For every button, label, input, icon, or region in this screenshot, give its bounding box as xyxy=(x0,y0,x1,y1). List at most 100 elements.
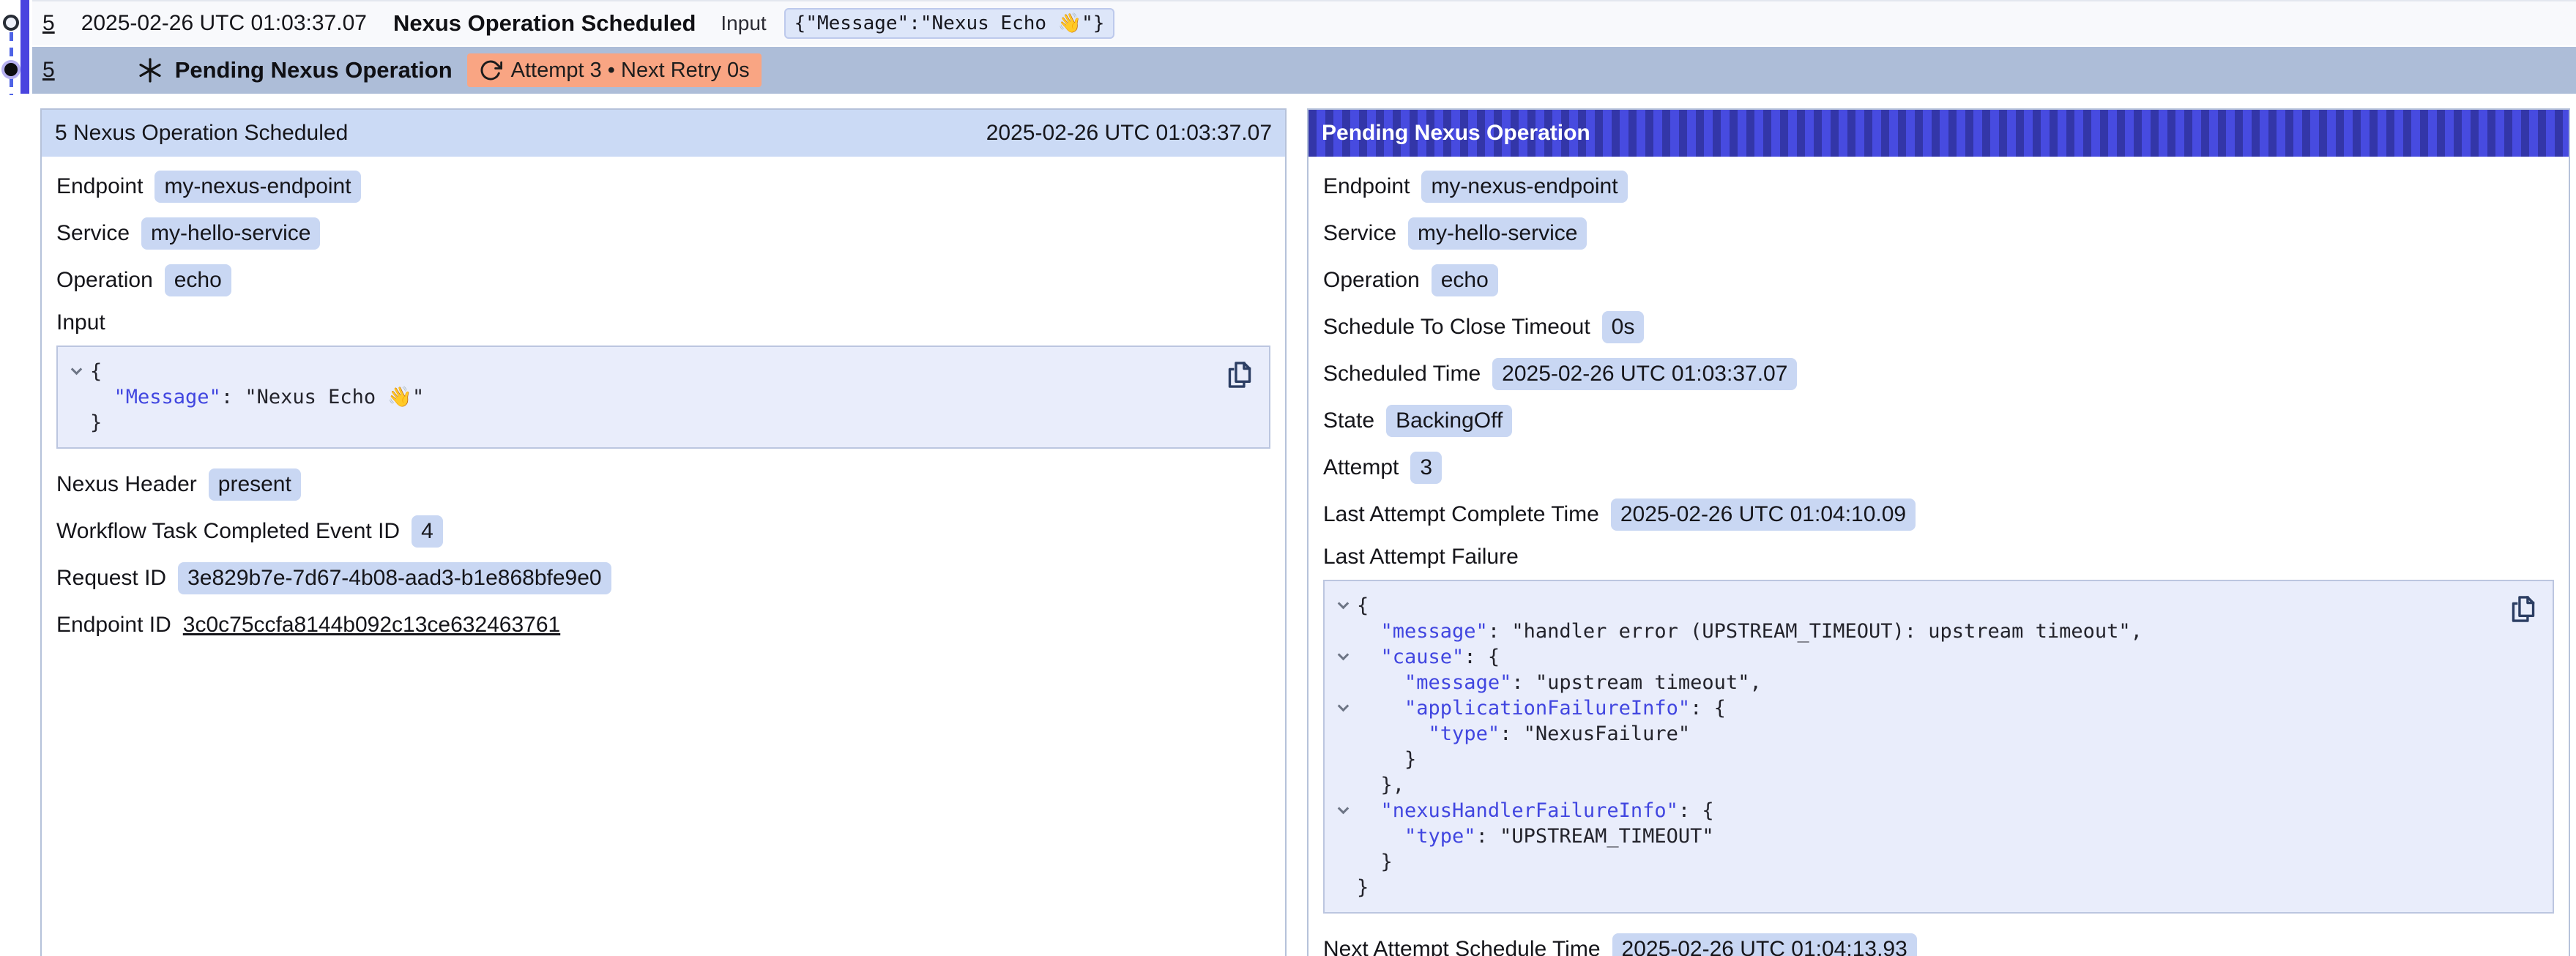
field-label: Workflow Task Completed Event ID xyxy=(56,519,400,544)
event-detail-body: Endpoint my-nexus-endpoint Service my-hello… xyxy=(42,157,1285,642)
detail-field: Nexus Header present xyxy=(56,468,1270,501)
event-marker-open-circle-icon xyxy=(3,15,19,31)
field-label: Scheduled Time xyxy=(1323,362,1481,386)
field-value-badge: 0s xyxy=(1602,311,1645,343)
field-label: State xyxy=(1323,408,1374,433)
timeline-selected-bar xyxy=(21,0,29,94)
section-label: Last Attempt Failure xyxy=(1323,545,2554,570)
event-row-nexus-operation-scheduled[interactable]: 5 2025-02-26 UTC 01:03:37.07 Nexus Opera… xyxy=(32,0,2576,45)
field-label: Attempt xyxy=(1323,455,1399,480)
collapse-chevron-icon[interactable] xyxy=(1337,598,1349,610)
event-detail-header: 5 Nexus Operation Scheduled 2025-02-26 U… xyxy=(42,110,1285,157)
field-value-badge: BackingOff xyxy=(1386,405,1512,437)
field-label: Operation xyxy=(1323,268,1420,293)
collapse-chevron-icon[interactable] xyxy=(1337,803,1349,815)
detail-field: State BackingOff xyxy=(1323,404,2554,438)
field-value-badge: my-hello-service xyxy=(141,217,320,250)
field-value-badge: echo xyxy=(165,264,231,296)
json-line: "cause": { xyxy=(1329,644,2494,670)
json-viewer: { "message": "handler error (UPSTREAM_TI… xyxy=(1323,580,2554,914)
detail-field: Next Attempt Schedule Time 2025-02-26 UTC… xyxy=(1323,933,2554,956)
detail-field: Endpoint ID 3c0c75ccfa8144b092c13ce632463… xyxy=(56,608,1270,642)
field-value-badge: 2025-02-26 UTC 01:04:13.93 xyxy=(1612,933,1917,956)
pending-operation-body: Endpoint my-nexus-endpoint Service my-hello… xyxy=(1309,157,2569,956)
detail-field: Workflow Task Completed Event ID 4 xyxy=(56,515,1270,548)
json-line: "type": "NexusFailure" xyxy=(1329,721,2494,747)
field-value-badge: 3 xyxy=(1410,452,1442,484)
input-label: Input xyxy=(721,12,766,35)
pending-asterisk-icon xyxy=(137,57,163,83)
retry-icon xyxy=(479,59,502,82)
collapse-chevron-icon[interactable] xyxy=(1337,649,1349,661)
json-line: "applicationFailureInfo": { xyxy=(1329,695,2494,721)
field-value-badge: my-hello-service xyxy=(1408,217,1587,250)
detail-field: Endpoint my-nexus-endpoint xyxy=(56,170,1270,203)
field-value-badge: 2025-02-26 UTC 01:04:10.09 xyxy=(1611,498,1916,531)
json-line: } xyxy=(1329,875,2494,900)
field-value-badge: 4 xyxy=(412,515,443,548)
field-label: Endpoint xyxy=(1323,174,1410,199)
detail-field: Service my-hello-service xyxy=(1323,217,2554,250)
field-value-badge: 2025-02-26 UTC 01:03:37.07 xyxy=(1492,358,1797,390)
detail-field: Scheduled Time 2025-02-26 UTC 01:03:37.07 xyxy=(1323,357,2554,391)
attempt-badge-text: Attempt 3 • Next Retry 0s xyxy=(511,59,750,83)
copy-icon[interactable] xyxy=(1222,357,1257,394)
json-line: "Message": "Nexus Echo 👋" xyxy=(62,384,1210,410)
json-line: } xyxy=(1329,747,2494,772)
json-line: { xyxy=(62,359,1210,384)
event-detail-panel: 5 Nexus Operation Scheduled 2025-02-26 U… xyxy=(40,108,1287,956)
event-timestamp: 2025-02-26 UTC 01:03:37.07 xyxy=(81,11,367,36)
event-id-link[interactable]: 5 xyxy=(42,58,55,83)
field-label: Schedule To Close Timeout xyxy=(1323,315,1590,340)
json-line: "nexusHandlerFailureInfo": { xyxy=(1329,798,2494,824)
detail-field: Last Attempt Complete Time 2025-02-26 UTC… xyxy=(1323,498,2554,531)
field-value-badge: 3e829b7e-7d67-4b08-aad3-b1e868bfe9e0 xyxy=(178,562,611,594)
event-detail-title: 5 Nexus Operation Scheduled xyxy=(55,121,348,146)
json-line: } xyxy=(62,410,1210,436)
detail-field: Operation echo xyxy=(1323,264,2554,297)
detail-field: Request ID 3e829b7e-7d67-4b08-aad3-b1e868… xyxy=(56,561,1270,595)
copy-icon[interactable] xyxy=(2506,591,2541,628)
field-value-badge: my-nexus-endpoint xyxy=(1421,171,1627,203)
detail-field: Schedule To Close Timeout 0s xyxy=(1323,310,2554,344)
event-id-link[interactable]: 5 xyxy=(42,11,55,36)
detail-field: Attempt 3 xyxy=(1323,451,2554,485)
json-line: }, xyxy=(1329,772,2494,798)
json-viewer: { "Message": "Nexus Echo 👋"} xyxy=(56,346,1270,449)
field-value-badge: echo xyxy=(1432,264,1498,296)
pending-nexus-operation-row[interactable]: 5 Pending Nexus Operation Attempt 3 • Ne… xyxy=(32,47,2576,94)
field-label: Next Attempt Schedule Time xyxy=(1323,937,1601,956)
field-label: Last Attempt Complete Time xyxy=(1323,502,1599,527)
detail-field: Endpoint my-nexus-endpoint xyxy=(1323,170,2554,203)
collapse-chevron-icon[interactable] xyxy=(1337,701,1349,712)
field-label: Service xyxy=(1323,221,1396,246)
detail-field: Operation echo xyxy=(56,264,1270,297)
workflow-event-history-view: 5 2025-02-26 UTC 01:03:37.07 Nexus Opera… xyxy=(0,0,2576,956)
field-label: Operation xyxy=(56,268,153,293)
collapse-chevron-icon[interactable] xyxy=(70,364,82,376)
pending-operation-header: Pending Nexus Operation xyxy=(1309,110,2569,157)
json-line: { xyxy=(1329,593,2494,619)
section-label: Input xyxy=(56,310,1270,335)
field-label: Endpoint xyxy=(56,174,143,199)
field-label: Endpoint ID xyxy=(56,613,171,638)
json-line: } xyxy=(1329,849,2494,875)
field-label: Service xyxy=(56,221,130,246)
field-label: Nexus Header xyxy=(56,472,197,497)
attempt-retry-badge: Attempt 3 • Next Retry 0s xyxy=(467,53,762,87)
json-line: "message": "handler error (UPSTREAM_TIME… xyxy=(1329,619,2494,644)
detail-field: Service my-hello-service xyxy=(56,217,1270,250)
pending-operation-title: Pending Nexus Operation xyxy=(175,57,453,83)
field-value-link[interactable]: 3c0c75ccfa8144b092c13ce632463761 xyxy=(183,613,560,638)
json-line: "type": "UPSTREAM_TIMEOUT" xyxy=(1329,824,2494,849)
input-preview-pill[interactable]: {"Message":"Nexus Echo 👋"} xyxy=(784,8,1115,39)
field-value-badge: present xyxy=(209,468,301,501)
json-line: "message": "upstream timeout", xyxy=(1329,670,2494,695)
field-value-badge: my-nexus-endpoint xyxy=(155,171,360,203)
field-label: Request ID xyxy=(56,566,166,591)
pending-operation-panel: Pending Nexus Operation Endpoint my-nexus… xyxy=(1307,108,2570,956)
event-detail-timestamp: 2025-02-26 UTC 01:03:37.07 xyxy=(986,121,1272,146)
pending-marker-filled-circle-icon xyxy=(1,60,21,79)
pending-operation-header-title: Pending Nexus Operation xyxy=(1322,121,1590,146)
event-type-title: Nexus Operation Scheduled xyxy=(393,10,696,37)
